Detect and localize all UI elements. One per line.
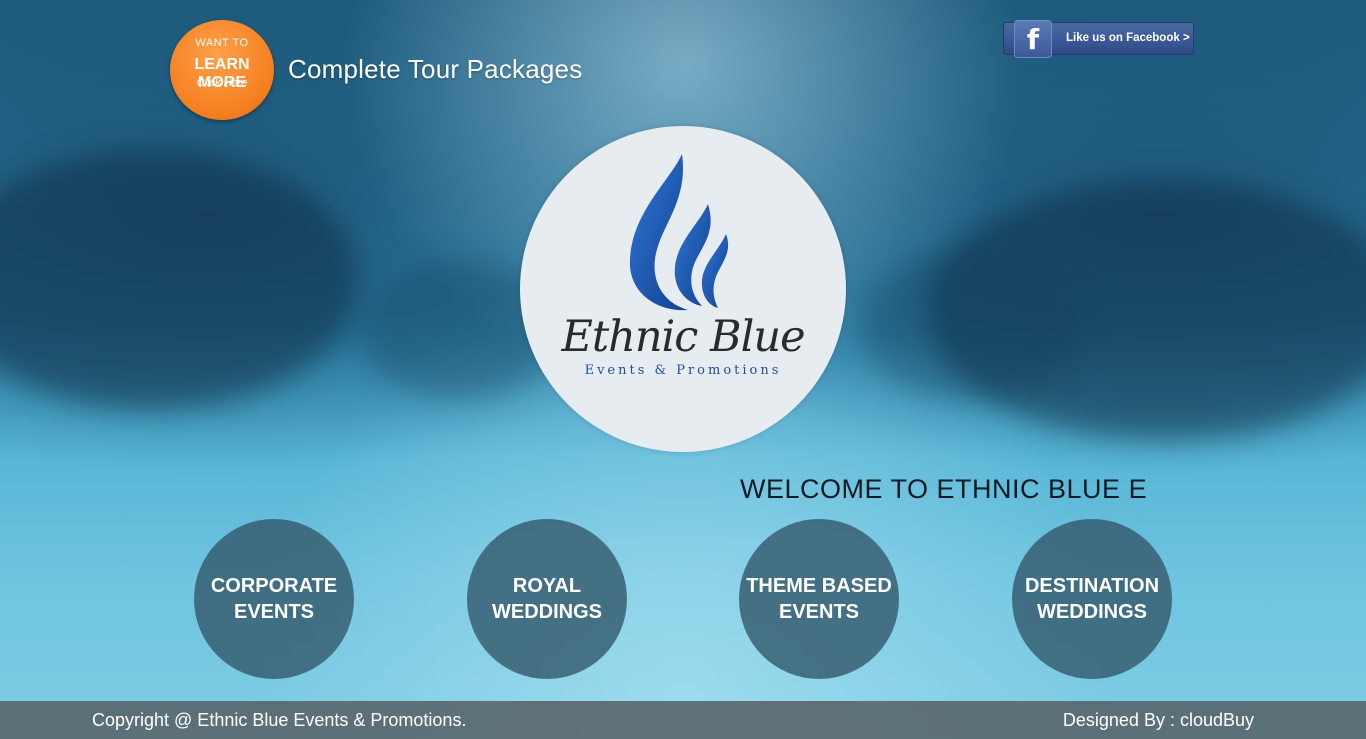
facebook-like-button[interactable]: f Like us on Facebook > (1003, 20, 1194, 58)
tour-packages-title: Complete Tour Packages (288, 54, 583, 84)
facebook-like-label: Like us on Facebook > (1066, 32, 1190, 44)
brand-name: Ethnic Blue (561, 312, 805, 362)
welcome-marquee: WELCOME TO ETHNIC BLUE E (740, 474, 1160, 510)
learn-more-line3: Click Here (196, 77, 248, 89)
brand-logo: Ethnic Blue Events & Promotions (520, 126, 846, 452)
flame-icon (629, 154, 729, 311)
learn-more-line1: WANT TO (195, 37, 249, 49)
learn-more-button[interactable]: WANT TO LEARN MORE Click Here (170, 20, 274, 120)
designed-by-text: Designed By : cloudBuy (1062, 710, 1254, 730)
service-label: THEME BASED EVENTS (746, 575, 892, 623)
service-destination-weddings[interactable]: DESTINATION WEDDINGS (1012, 519, 1172, 679)
service-label: DESTINATION WEDDINGS (1024, 575, 1160, 623)
service-label: ROYAL WEDDINGS (492, 575, 602, 623)
service-corporate-events[interactable]: CORPORATE EVENTS (194, 519, 354, 679)
brand-tagline: Events & Promotions (584, 363, 782, 378)
reef-center-right (860, 250, 1080, 400)
footer: Copyright @ Ethnic Blue Events & Promoti… (0, 701, 1366, 739)
service-royal-weddings[interactable]: ROYAL WEDDINGS (467, 519, 627, 679)
copyright-text: Copyright @ Ethnic Blue Events & Promoti… (92, 710, 467, 730)
facebook-icon: f (1014, 20, 1052, 58)
welcome-text: WELCOME TO ETHNIC BLUE E (740, 474, 1148, 504)
service-label: CORPORATE EVENTS (210, 575, 338, 623)
service-theme-based-events[interactable]: THEME BASED EVENTS (739, 519, 899, 679)
